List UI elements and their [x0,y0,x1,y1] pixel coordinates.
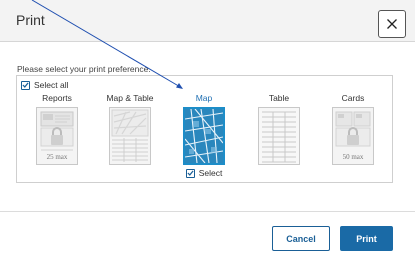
option-table[interactable]: Table [244,93,314,165]
print-button[interactable]: Print [340,226,393,251]
select-label: Select [198,168,223,178]
map-and-table-thumbnail [109,107,151,165]
close-icon [387,19,397,29]
option-map-and-table[interactable]: Map & Table [95,93,165,165]
option-cards[interactable]: Cards 50 max [318,93,388,165]
close-button[interactable] [378,10,406,38]
max-caption: 50 max [342,153,364,161]
option-label: Cards [341,93,365,103]
option-label: Map & Table [106,93,154,103]
footer-divider [0,211,415,212]
dialog-title: Print [16,12,45,28]
checkbox-checked-icon [185,168,195,178]
print-options-panel: Select all Reports 25 max Map & Table Ma… [16,75,393,183]
checkbox-checked-icon [21,80,30,90]
option-map[interactable]: Map Select [169,93,239,178]
map-page-icon [185,109,223,163]
print-dialog: { "dialog": { "title": "Print", "close_l… [0,0,415,260]
select-all-checkbox[interactable]: Select all [21,80,69,90]
map-thumbnail [183,107,225,165]
map-select-checkbox[interactable]: Select [185,168,223,178]
cancel-button[interactable]: Cancel [272,226,330,251]
option-reports[interactable]: Reports 25 max [22,93,92,165]
option-label: Table [268,93,290,103]
table-page-icon [262,111,296,163]
instruction-text: Please select your print preference. [17,64,151,74]
table-thumbnail [258,107,300,165]
max-caption: 25 max [46,153,68,161]
select-all-label: Select all [34,80,69,90]
option-label: Reports [42,93,72,103]
map-table-page-icon [111,109,149,162]
option-label: Map [195,93,213,103]
dialog-header: Print [0,0,415,42]
cards-thumbnail: 50 max [332,107,374,165]
reports-thumbnail: 25 max [36,107,78,165]
